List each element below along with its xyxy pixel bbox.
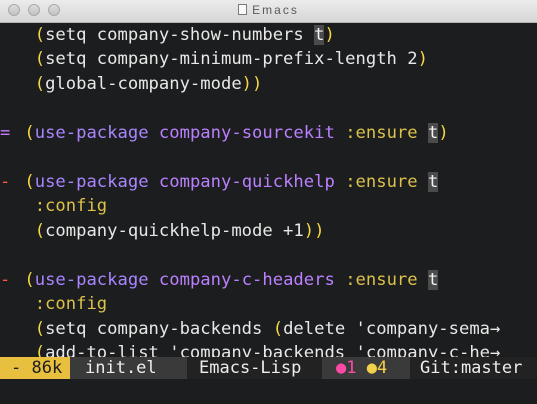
keyword: use-package [34,171,149,192]
package-name: company-c-headers [158,269,335,290]
diff-gutter-marker: = [0,122,11,143]
code-text: delete 'company-sema [283,318,491,339]
code-content: :config [14,194,107,219]
diff-gutter-marker: - [0,171,11,192]
window-title-group: Emacs [0,3,537,17]
boolean-t: t [427,171,439,192]
property-keyword: :config [34,294,108,314]
boolean-t: t [427,269,439,290]
keyword: use-package [34,122,149,143]
paren: ( [34,49,46,69]
paren: ( [34,343,46,357]
code-text: setq company-show-numbers [45,24,315,45]
diff-gutter-marker: - [0,269,11,290]
editor-buffer[interactable]: (setq company-show-numbers t) (setq comp… [0,22,537,357]
mode-line: - 86k init.el Emacs-Lisp ●1 ●4 Git:maste… [0,357,537,379]
document-proxy-icon[interactable] [238,4,248,15]
buffer-name-segment[interactable]: init.el [70,357,187,379]
boolean-t: t [427,122,439,143]
code-content: (setq company-show-numbers t) [14,23,335,48]
package-name: company-quickhelp [158,171,335,192]
property-keyword: :ensure [345,269,418,290]
code-content: (global-company-mode)) [14,72,263,97]
window-title: Emacs [252,3,299,17]
code-content: :config [14,292,107,317]
property-keyword: :config [34,196,108,216]
property-keyword: :ensure [345,171,418,192]
code-content: (use-package company-c-headers :ensure t [14,268,439,293]
code-content: (company-quickhelp-mode +1)) [14,219,325,244]
property-keyword: :ensure [345,122,418,143]
paren: ) [417,49,428,69]
truncation-arrow-icon: → [490,318,501,339]
vcs-branch-segment[interactable]: Git:master [410,357,537,379]
code-content: (use-package company-quickhelp :ensure t [14,170,439,195]
package-name: company-sourcekit [158,122,335,143]
code-content: (setq company-backends (delete 'company-… [14,317,501,342]
paren: )) [241,73,263,94]
code-text: setq company-minimum-prefix-length 2 [45,49,418,69]
paren: ( [34,24,46,45]
paren: ( [24,269,35,290]
paren: ( [272,318,284,339]
code-text: setq company-backends [45,318,273,339]
paren: )) [303,220,325,241]
code-content: (add-to-list 'company-backends 'company-… [14,341,501,357]
code-content: (setq company-minimum-prefix-length 2) [14,47,428,72]
code-text: add-to-list 'company-backends 'company-c… [45,343,491,357]
paren: ( [24,122,35,143]
title-bar: Emacs [0,0,537,23]
flycheck-error-count: ●1 [336,358,357,378]
paren: ( [24,171,35,192]
keyword: use-package [34,269,149,290]
code-text: global-company-mode [45,73,242,94]
paren: ( [34,220,46,241]
boolean-t: t [314,24,325,45]
emacs-window: Emacs (setq company-show-numbers t) (set… [0,0,537,404]
paren: ( [34,73,46,94]
paren: ( [34,318,46,339]
flycheck-segment[interactable]: ●1 ●4 [322,357,410,379]
flycheck-warning-count: ●4 [366,358,388,378]
paren: ) [324,24,335,45]
buffer-position-segment[interactable]: - 86k [0,357,70,379]
code-text: company-quickhelp-mode +1 [45,220,304,241]
code-content: (use-package company-sourcekit :ensure t… [14,121,449,146]
truncation-arrow-icon: → [490,343,501,357]
major-mode-segment[interactable]: Emacs-Lisp [187,357,322,379]
echo-area[interactable] [0,379,537,404]
paren: ) [438,122,449,143]
